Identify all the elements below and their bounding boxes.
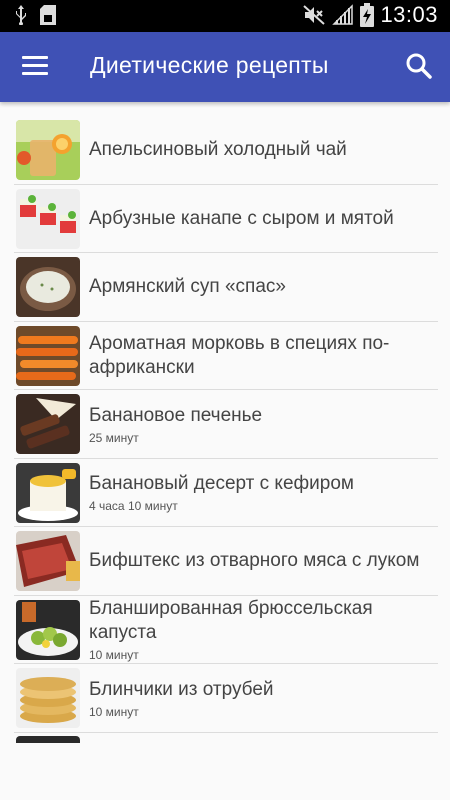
status-bar: 13:03 (0, 0, 450, 32)
list-item[interactable]: Апельсиновый холодный чай (14, 116, 438, 185)
recipe-thumbnail (16, 188, 80, 249)
recipe-time: 25 минут (89, 430, 139, 445)
usb-icon (16, 5, 26, 25)
recipe-name: Арбузные канапе с сыром и мятой (89, 207, 394, 229)
battery-charging-icon (360, 3, 375, 27)
recipe-name: Ароматная морковь в специях по-африканск… (89, 332, 390, 378)
recipe-thumbnail (16, 599, 80, 660)
recipe-time: 4 часа 10 минут (89, 499, 178, 513)
list-item[interactable]: Блинчики из отрубей 10 минут (14, 664, 438, 733)
app-bar: Диетические рецепты (0, 32, 450, 102)
list-item[interactable]: Армянский суп «спас» (14, 253, 438, 322)
list-item-partial[interactable] (14, 733, 438, 743)
list-item[interactable]: Банановый десерт с кефиром 4 часа 10 мин… (14, 459, 438, 527)
recipe-thumbnail (16, 462, 80, 523)
recipe-name: Банановое печенье (89, 404, 263, 426)
list-item[interactable]: Ароматная морковь в специях по-африканск… (14, 322, 438, 390)
recipe-time: 10 минут (89, 704, 139, 719)
recipe-name: Банановый десерт с кефиром (89, 473, 354, 494)
recipe-thumbnail (16, 257, 80, 317)
search-icon[interactable] (404, 51, 434, 81)
page-title: Диетические рецепты (90, 52, 329, 78)
recipe-thumbnail (16, 531, 80, 591)
signal-icon (332, 4, 354, 25)
list-item[interactable]: Банановое печенье 25 минут (14, 390, 438, 459)
recipe-time: 10 минут (89, 648, 139, 662)
mute-icon (303, 5, 326, 25)
recipe-name: Блинчики из отрубей (89, 678, 274, 700)
recipe-name: Апельсиновый холодный чай (89, 139, 347, 160)
list-item[interactable]: Бланшированная брюссельская капуста 10 м… (14, 596, 438, 664)
recipe-thumbnail (16, 735, 80, 743)
recipe-thumbnail (16, 120, 80, 180)
recipe-list: Апельсиновый холодный чай Арбузные канап… (0, 116, 450, 743)
list-item[interactable]: Бифштекс из отварного мяса с луком (14, 527, 438, 596)
recipe-thumbnail (16, 325, 80, 386)
recipe-name: Бифштекс из отварного мяса с луком (89, 550, 420, 571)
recipe-thumbnail (16, 394, 80, 454)
recipe-name: Бланшированная брюссельская капуста (89, 598, 373, 643)
recipe-thumbnail (16, 668, 80, 728)
recipe-name: Армянский суп «спас» (89, 276, 286, 297)
sd-card-icon (40, 5, 56, 25)
clock: 13:03 (380, 2, 438, 27)
list-item[interactable]: Арбузные канапе с сыром и мятой (14, 185, 438, 253)
menu-icon[interactable] (22, 56, 48, 76)
